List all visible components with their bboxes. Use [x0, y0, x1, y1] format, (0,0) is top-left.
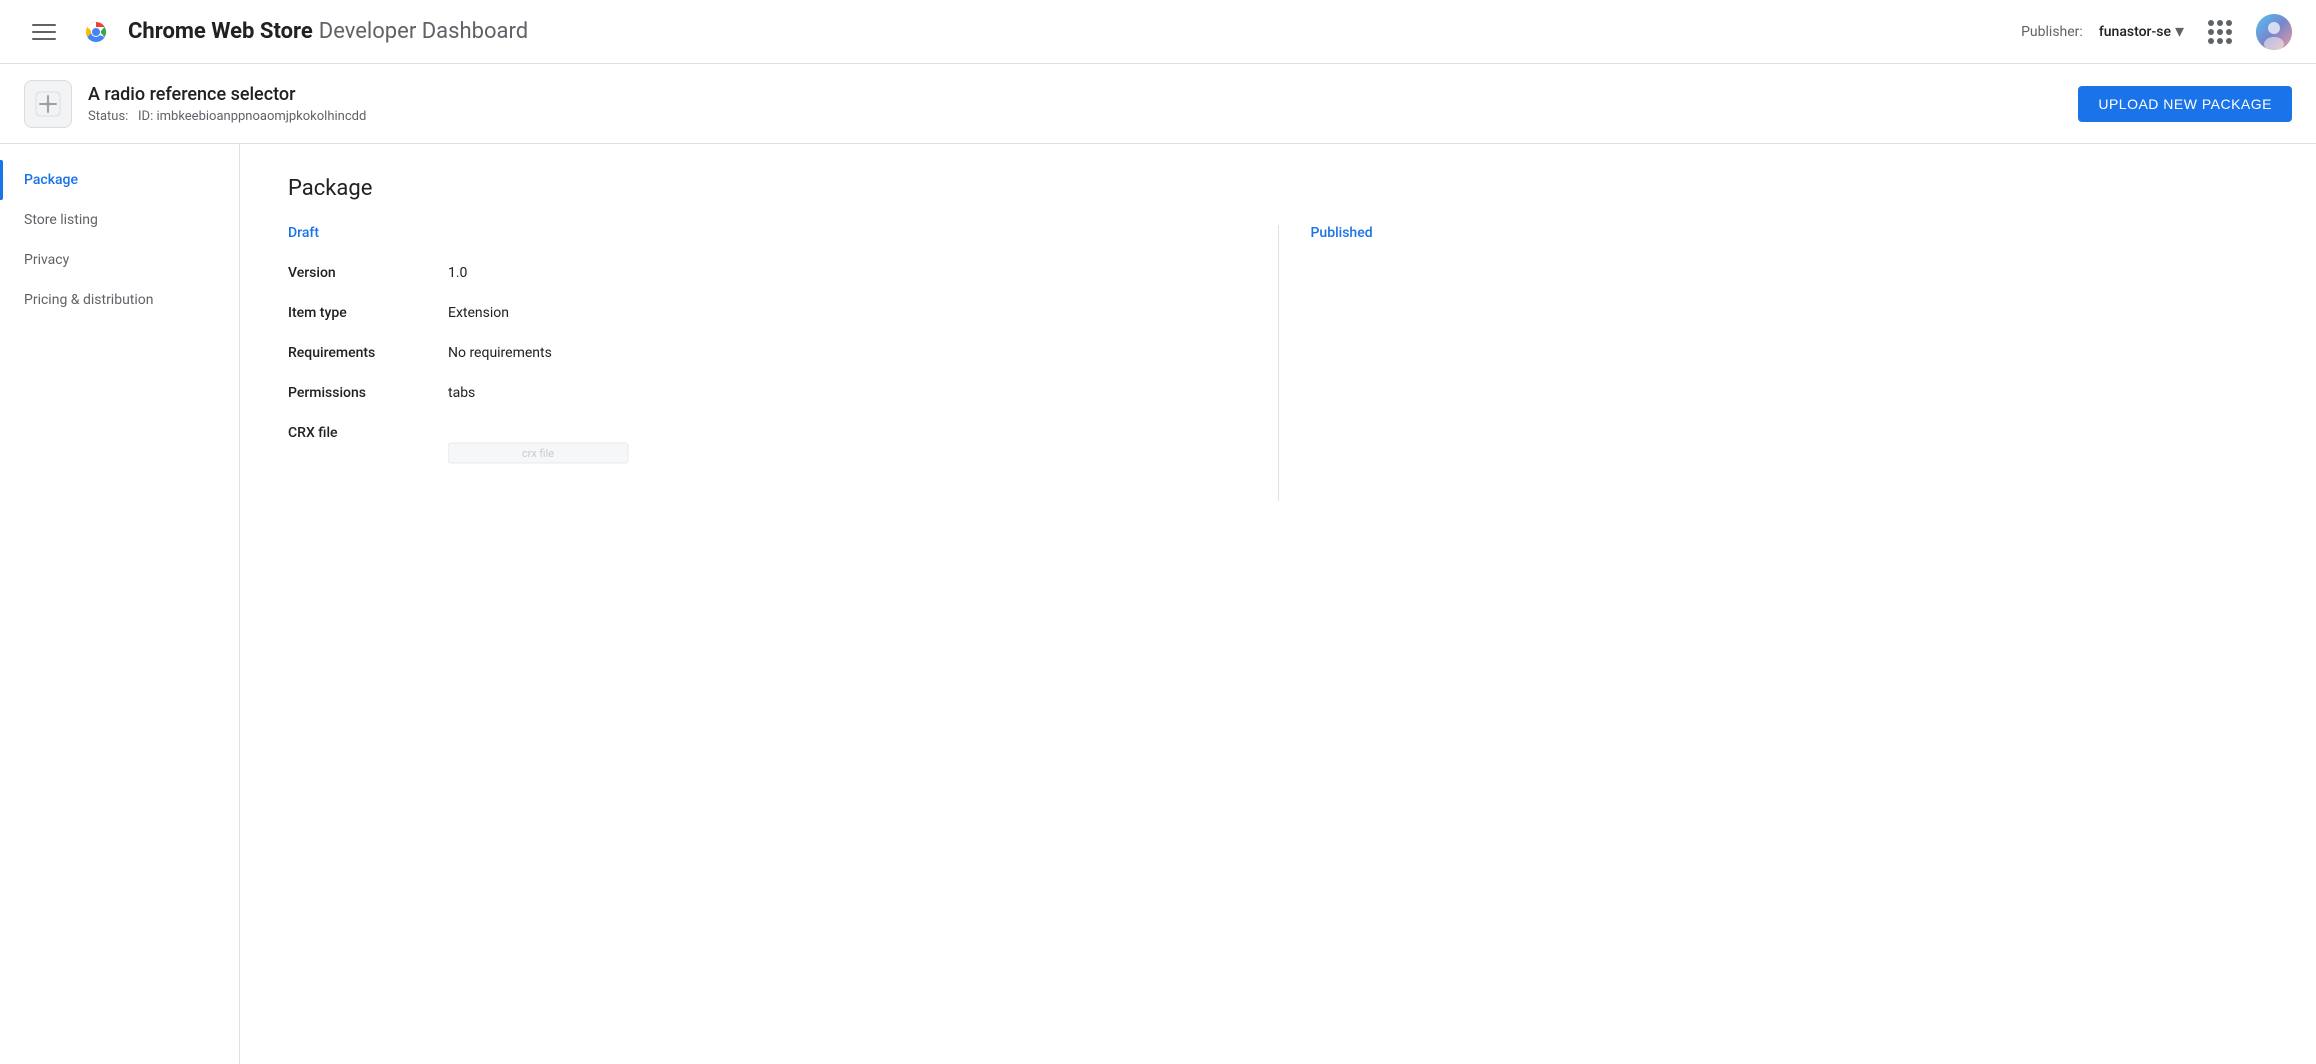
apps-dot: [2217, 20, 2223, 26]
apps-dot: [2208, 20, 2214, 26]
permissions-label: Permissions: [288, 385, 448, 401]
sidebar-item-store-listing[interactable]: Store listing: [0, 200, 239, 240]
header-left: Chrome Web Store Developer Dashboard: [24, 12, 2021, 52]
sidebar-item-package[interactable]: Package: [0, 160, 239, 200]
publisher-label: Publisher:: [2021, 24, 2083, 40]
chrome-logo-icon: [80, 16, 112, 48]
requirements-row: Requirements No requirements: [288, 345, 1246, 361]
apps-dot: [2208, 38, 2214, 44]
user-avatar[interactable]: [2256, 14, 2292, 50]
extension-icon: [24, 80, 72, 128]
column-divider: [1278, 225, 1279, 501]
apps-dot: [2226, 20, 2232, 26]
permissions-value: tabs: [448, 385, 475, 401]
sidebar-item-label: Pricing & distribution: [24, 292, 154, 308]
chevron-down-icon: ▾: [2175, 21, 2184, 42]
crx-file-area: crx file: [448, 433, 648, 477]
sidebar-item-label: Package: [24, 172, 78, 188]
sidebar-item-label: Store listing: [24, 212, 98, 228]
extension-bar: A radio reference selector Status: ID: i…: [0, 64, 2316, 144]
package-columns: Draft Version 1.0 Item type Extension Re…: [288, 225, 2268, 501]
draft-header[interactable]: Draft: [288, 225, 1246, 241]
app-name: Chrome Web Store: [128, 19, 313, 44]
page-title: Package: [288, 176, 2268, 201]
apps-dot: [2226, 38, 2232, 44]
apps-dot: [2217, 29, 2223, 35]
google-apps-icon[interactable]: [2200, 12, 2240, 52]
content-area: Package Draft Version 1.0 Item type Exte…: [240, 144, 2316, 1064]
sidebar: Package Store listing Privacy Pricing & …: [0, 144, 240, 1064]
apps-dot: [2217, 38, 2223, 44]
apps-dot: [2226, 29, 2232, 35]
menu-icon[interactable]: [24, 12, 64, 52]
svg-text:crx file: crx file: [522, 447, 554, 460]
item-type-row: Item type Extension: [288, 305, 1246, 321]
crx-file-visual: crx file: [448, 433, 648, 473]
app-subtitle: Developer Dashboard: [319, 19, 528, 44]
version-label: Version: [288, 265, 448, 281]
header-right: Publisher: funastor-se ▾: [2021, 12, 2292, 52]
requirements-value: No requirements: [448, 345, 552, 361]
sidebar-item-label: Privacy: [24, 252, 69, 268]
upload-new-package-button[interactable]: UPLOAD NEW PACKAGE: [2078, 86, 2292, 122]
sidebar-item-pricing-distribution[interactable]: Pricing & distribution: [0, 280, 239, 320]
crx-file-row: CRX file crx file: [288, 425, 1246, 477]
extension-status: Status: ID: imbkeebioanppnoaomjpkokolhin…: [88, 109, 366, 124]
item-type-value: Extension: [448, 305, 509, 321]
requirements-label: Requirements: [288, 345, 448, 361]
header-title: Chrome Web Store Developer Dashboard: [128, 19, 528, 44]
permissions-row: Permissions tabs: [288, 385, 1246, 401]
main-content: Package Store listing Privacy Pricing & …: [0, 144, 2316, 1064]
sidebar-item-privacy[interactable]: Privacy: [0, 240, 239, 280]
apps-dot: [2208, 29, 2214, 35]
draft-column: Draft Version 1.0 Item type Extension Re…: [288, 225, 1246, 501]
version-row: Version 1.0: [288, 265, 1246, 281]
crx-file-label: CRX file: [288, 425, 448, 441]
app-header: Chrome Web Store Developer Dashboard Pub…: [0, 0, 2316, 64]
extension-id: ID: imbkeebioanppnoaomjpkokolhincdd: [138, 109, 366, 124]
publisher-selector[interactable]: funastor-se ▾: [2099, 21, 2184, 42]
item-type-label: Item type: [288, 305, 448, 321]
extension-info: A radio reference selector Status: ID: i…: [24, 80, 366, 128]
extension-name: A radio reference selector: [88, 84, 366, 105]
status-label-text: Status:: [88, 109, 128, 124]
publisher-name-text: funastor-se: [2099, 24, 2171, 40]
extension-details: A radio reference selector Status: ID: i…: [88, 84, 366, 124]
published-column: Published: [1311, 225, 2269, 501]
version-value: 1.0: [448, 265, 467, 281]
published-header[interactable]: Published: [1311, 225, 2269, 241]
